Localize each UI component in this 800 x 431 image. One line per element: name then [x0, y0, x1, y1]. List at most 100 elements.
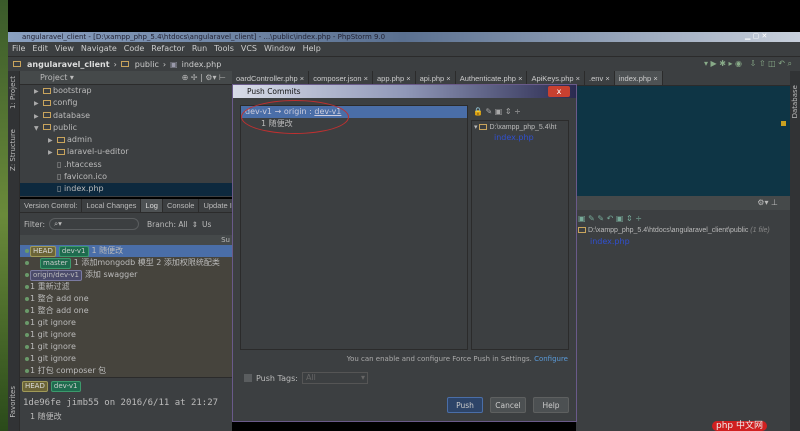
editor-area[interactable]: [576, 86, 790, 196]
editor-tab[interactable]: api.php ×: [416, 71, 456, 85]
menu-tools[interactable]: Tools: [214, 42, 234, 56]
close-tab-icon[interactable]: ×: [362, 74, 368, 83]
dialog-toolbar[interactable]: 🔒 ✎ ▣ ⇕ ÷: [473, 107, 521, 116]
menu-navigate[interactable]: Navigate: [81, 42, 117, 56]
menu-help[interactable]: Help: [303, 42, 321, 56]
tree-item[interactable]: ▶ admin: [20, 134, 232, 146]
user-filter[interactable]: Us: [202, 220, 211, 229]
editor-tab[interactable]: oardController.php ×: [232, 71, 310, 85]
editor-tab[interactable]: ApiKeys.php ×: [527, 71, 586, 85]
tree-item[interactable]: ▶ laravel-u-editor: [20, 146, 232, 158]
close-tab-icon[interactable]: ×: [404, 74, 410, 83]
menu-bar: File Edit View Navigate Code Refactor Run Tools…: [8, 42, 800, 56]
log-row[interactable]: 1 整合 add one: [20, 293, 232, 305]
tree-item[interactable]: ▼ public: [20, 122, 232, 134]
tree-file[interactable]: index.php: [472, 133, 568, 142]
log-row[interactable]: master 1 添加mongodb 模型 2 添加权限统配类: [20, 257, 232, 269]
toolbar-run-icons[interactable]: ▾ ▶ ✱ ▸ ◉ ⇩ ⇧ ◫ ↶ ⌕: [704, 59, 800, 69]
editor-tab[interactable]: app.php ×: [373, 71, 416, 85]
tool-tab-structure[interactable]: Z: Structure: [9, 129, 17, 171]
close-button[interactable]: x: [548, 86, 570, 97]
commit-detail-line: 1de96fe jimb55 on 2016/6/11 at 21:27: [23, 398, 219, 408]
menu-file[interactable]: File: [12, 42, 25, 56]
tool-tab-project[interactable]: 1: Project: [9, 76, 17, 109]
editor-tab[interactable]: Authenticate.php ×: [456, 71, 528, 85]
log-row[interactable]: 1 git ignore: [20, 329, 232, 341]
vcs-tab[interactable]: Log: [141, 199, 163, 212]
push-tags-select[interactable]: All ▾: [301, 372, 368, 384]
panel-settings-icon[interactable]: ⚙▾ ⊥: [576, 196, 790, 210]
tree-item-label: favicon.ico: [63, 172, 108, 182]
menu-view[interactable]: View: [55, 42, 74, 56]
close-tab-icon[interactable]: ×: [444, 74, 450, 83]
close-tab-icon[interactable]: ×: [651, 74, 657, 83]
commit-message: 1 整合 add one: [30, 306, 89, 315]
tree-item-label: config: [53, 98, 78, 108]
right-tool-strip: Database: [790, 71, 800, 431]
breadcrumb-public[interactable]: public: [135, 60, 159, 69]
push-tags-label: Push Tags:: [256, 373, 298, 383]
filter-input[interactable]: ⌕▾: [48, 218, 139, 230]
editor-tab[interactable]: .env ×: [585, 71, 615, 85]
close-tab-icon[interactable]: ×: [516, 74, 522, 83]
commit-message: 1 git ignore: [30, 318, 76, 327]
menu-edit[interactable]: Edit: [32, 42, 48, 56]
tree-item[interactable]: ▯ index.php: [20, 183, 232, 196]
log-row[interactable]: 1 git ignore: [20, 353, 232, 365]
vcs-tabs: Version Control: Local Changes Log Console U…: [20, 199, 250, 213]
tree-item[interactable]: ▯ favicon.ico: [20, 171, 232, 183]
tree-item[interactable]: ▶ config: [20, 97, 232, 109]
window-controls[interactable]: ▁ ▢ ✕: [745, 32, 767, 40]
tree-item-label: database: [53, 110, 91, 120]
tree-item[interactable]: ▶ database: [20, 110, 232, 122]
log-row[interactable]: HEAD dev-v1 1 随便改: [20, 245, 232, 257]
log-row[interactable]: 1 git ignore: [20, 341, 232, 353]
editor-tab[interactable]: composer.json ×: [309, 71, 374, 85]
menu-run[interactable]: Run: [192, 42, 207, 56]
expand-arrow-icon[interactable]: ▶: [48, 147, 57, 159]
tree-item[interactable]: ▶ bootstrap: [20, 85, 232, 97]
tree-item-label: public: [53, 122, 78, 132]
push-tags-checkbox[interactable]: [244, 374, 252, 382]
log-row[interactable]: 1 整合 add one: [20, 305, 232, 317]
branch-filter[interactable]: Branch: All: [147, 220, 188, 229]
vcs-tab[interactable]: Local Changes: [82, 199, 142, 212]
log-row[interactable]: 1 git ignore: [20, 317, 232, 329]
folder-icon: [120, 61, 129, 67]
menu-vcs[interactable]: VCS: [241, 42, 257, 56]
configure-link[interactable]: Configure: [534, 355, 568, 363]
tree-path[interactable]: D:\xampp_php_5.4\ht: [489, 124, 556, 131]
push-button[interactable]: Push: [447, 397, 483, 413]
log-row[interactable]: origin/dev-v1 添加 swagger: [20, 269, 232, 281]
tree-item[interactable]: ▯ .htaccess: [20, 159, 232, 171]
menu-window[interactable]: Window: [264, 42, 296, 56]
breadcrumb-project[interactable]: angularavel_client: [27, 60, 110, 69]
close-tab-icon[interactable]: ×: [603, 74, 609, 83]
close-tab-icon[interactable]: ×: [574, 74, 580, 83]
changes-path[interactable]: D:\xampp_php_5.4\htdocs\angularavel_clie…: [588, 227, 748, 234]
log-row[interactable]: 1 打包 composer 包: [20, 365, 232, 377]
project-title[interactable]: Project: [40, 73, 67, 82]
menu-code[interactable]: Code: [124, 42, 144, 56]
log-row[interactable]: 1 重新过滤: [20, 281, 232, 293]
expand-arrow-icon[interactable]: ▶: [34, 98, 43, 110]
tool-tab-database[interactable]: Database: [791, 85, 799, 118]
editor-tab-label: index.php: [618, 74, 652, 83]
version-control-panel: Version Control: Local Changes Log Console U…: [20, 199, 250, 431]
help-button[interactable]: Help: [533, 397, 569, 413]
editor-tab[interactable]: index.php ×: [614, 71, 663, 85]
menu-refactor[interactable]: Refactor: [151, 42, 185, 56]
branch-tag: origin/dev-v1: [30, 270, 82, 281]
commit-log: HEAD dev-v1 1 随便改 master 1 添加mongodb 模型 2 添加…: [20, 245, 232, 377]
project-tree: ▶ bootstrap ▶ config ▶ database ▼ public ▶ admin ▶…: [20, 85, 232, 196]
commit-message: 1 git ignore: [30, 354, 76, 363]
changes-file[interactable]: index.php: [576, 237, 790, 246]
vcs-tab[interactable]: Console: [163, 199, 200, 212]
breadcrumb-file[interactable]: index.php: [182, 60, 222, 69]
close-tab-icon[interactable]: ×: [298, 74, 304, 83]
changes-toolbar[interactable]: ▣ ✎ ✎ ↶ ▣ ⇕ ÷: [576, 210, 790, 227]
expand-arrow-icon[interactable]: ▼: [34, 123, 43, 135]
tool-tab-favorites[interactable]: Favorites: [9, 386, 17, 418]
commit-message: 1 打包 composer 包: [30, 366, 107, 375]
cancel-button[interactable]: Cancel: [490, 397, 526, 413]
